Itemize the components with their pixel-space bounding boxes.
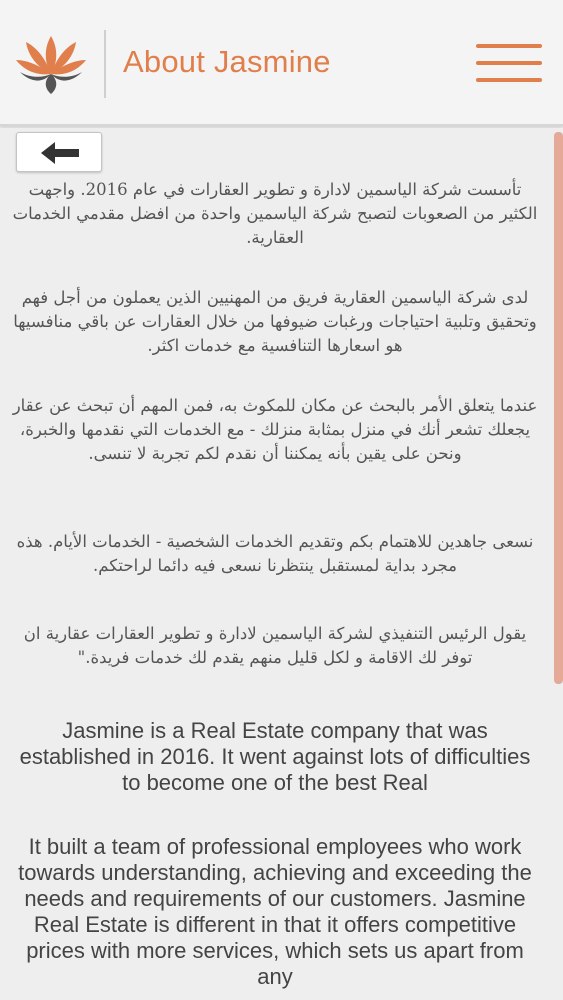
arrow-left-icon [41, 142, 79, 164]
arabic-paragraph-3: عندما يتعلق الأمر بالبحث عن مكان للمكوث … [12, 396, 538, 463]
page-title: About Jasmine [123, 44, 331, 79]
arabic-paragraph-2: لدى شركة الياسمين العقارية فريق من المهن… [13, 288, 537, 355]
app-header: About Jasmine [0, 0, 563, 126]
hamburger-menu-icon[interactable] [476, 44, 542, 86]
arabic-paragraph-4: نسعى جاهدين للاهتمام بكم وتقديم الخدمات … [16, 532, 534, 575]
english-paragraph-2: It built a team of professional employee… [18, 834, 532, 989]
back-button[interactable] [16, 132, 102, 172]
menu-bar [476, 61, 542, 65]
menu-bar [476, 78, 542, 82]
menu-bar [476, 44, 542, 48]
arabic-paragraph-5: يقول الرئيس التنفيذي لشركة الياسمين لادا… [23, 624, 527, 667]
english-paragraph-1: Jasmine is a Real Estate company that wa… [19, 718, 531, 795]
lotus-logo-icon [16, 36, 86, 94]
arabic-paragraph-1: تأسست شركة الياسمين لادارة و تطوير العقا… [12, 180, 538, 247]
header-divider [104, 30, 106, 98]
about-content[interactable]: تأسست شركة الياسمين لادارة و تطوير العقا… [0, 128, 563, 1000]
scrollbar[interactable] [554, 132, 563, 684]
